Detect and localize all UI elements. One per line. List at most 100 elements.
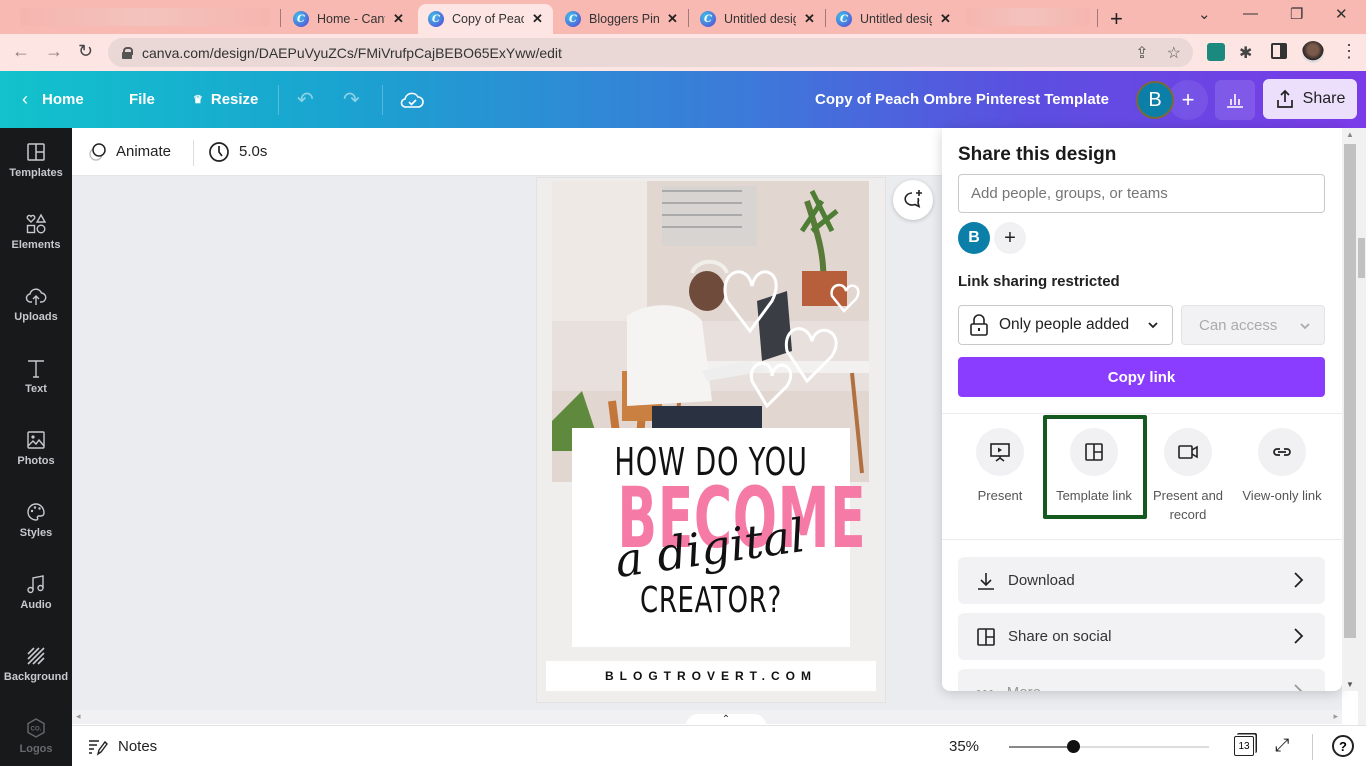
sidebar-item-logos[interactable]: CO. Logos — [0, 704, 72, 766]
lock-icon[interactable] — [122, 47, 133, 59]
bookmark-star-icon[interactable]: ☆ — [1167, 43, 1181, 63]
tab-title: Home - Canva — [317, 12, 385, 26]
browser-menu-icon[interactable]: ⋮ — [1340, 40, 1358, 61]
download-row[interactable]: Download — [958, 557, 1325, 604]
profile-avatar[interactable] — [1302, 41, 1324, 63]
animate-button[interactable]: Animate — [88, 128, 171, 175]
browser-tab-home[interactable]: C Home - Canva ✕ — [283, 4, 418, 34]
home-button[interactable]: ‹ Home — [22, 71, 84, 128]
sidebar-item-templates[interactable]: Templates — [0, 128, 72, 192]
extension-icon[interactable] — [1207, 43, 1225, 61]
sidebar-item-background[interactable]: Background — [0, 632, 72, 696]
page-scrollbar[interactable] — [1358, 128, 1366, 725]
add-collaborator-button[interactable]: + — [1168, 80, 1208, 120]
tab-close-icon[interactable]: ✕ — [804, 11, 815, 27]
url-bar[interactable]: canva.com/design/DAEPuVyuZCs/FMiVrufpCaj… — [108, 38, 1193, 67]
zoom-slider-fill — [1009, 746, 1073, 748]
design-website-text[interactable]: BLOGTROVERT.COM — [546, 661, 876, 691]
browser-tab-copy-of-peach[interactable]: C Copy of Peach ✕ — [418, 4, 553, 34]
user-avatar[interactable]: B — [1136, 81, 1174, 119]
tab-close-icon[interactable]: ✕ — [667, 11, 678, 27]
duration-button[interactable]: 5.0s — [208, 128, 267, 175]
view-only-link-action[interactable]: View-only link — [1236, 428, 1328, 505]
sidebar-label: Audio — [20, 599, 52, 611]
sidebar-item-photos[interactable]: Photos — [0, 416, 72, 480]
header-divider — [278, 85, 279, 115]
share-on-social-row[interactable]: Share on social — [958, 613, 1325, 660]
document-title[interactable]: Copy of Peach Ombre Pinterest Template — [815, 71, 1109, 128]
present-and-record-action[interactable]: Present and record — [1142, 428, 1234, 524]
design-heading-line4[interactable]: CREATOR? — [611, 578, 811, 624]
restore-button[interactable]: ❐ — [1290, 5, 1303, 23]
link-access-select[interactable]: Only people added — [958, 305, 1173, 345]
fullscreen-icon[interactable]: ⤢ — [1275, 735, 1289, 756]
insights-button[interactable] — [1215, 80, 1255, 120]
canva-favicon-icon: C — [700, 11, 716, 27]
tab-search-button[interactable]: ⌄ — [1198, 5, 1211, 23]
add-collaborator-icon[interactable]: + — [994, 222, 1026, 254]
browser-tab-untitled-2[interactable]: C Untitled desig ✕ — [826, 4, 961, 34]
copy-link-button[interactable]: Copy link — [958, 357, 1325, 397]
blurred-tab[interactable] — [20, 8, 270, 26]
browser-tab-strip: C Home - Canva ✕ C Copy of Peach ✕ C Blo… — [0, 0, 1366, 34]
sidebar-label: Elements — [11, 239, 61, 251]
share-social-icon — [977, 627, 995, 646]
scroll-left-icon[interactable]: ◂ — [76, 711, 81, 722]
browser-tab-untitled-1[interactable]: C Untitled desig ✕ — [690, 4, 825, 34]
sidebar-item-styles[interactable]: Styles — [0, 488, 72, 552]
chevron-right-icon — [1294, 684, 1303, 691]
sidebar-item-elements[interactable]: Elements — [0, 200, 72, 264]
zoom-slider[interactable] — [1009, 740, 1209, 753]
sidebar-label: Text — [25, 383, 47, 395]
present-action[interactable]: Present — [954, 428, 1046, 505]
share-page-icon[interactable]: ⇪ — [1135, 43, 1148, 63]
extensions-puzzle-icon[interactable]: ✱ — [1239, 43, 1257, 62]
new-tab-button[interactable]: + — [1110, 6, 1123, 32]
share-button[interactable]: Share — [1263, 79, 1357, 119]
permission-value: Can access — [1199, 316, 1278, 334]
redo-icon[interactable]: ↷ — [343, 71, 360, 128]
home-label: Home — [42, 91, 84, 108]
scroll-right-icon[interactable]: ▸ — [1333, 711, 1338, 722]
sidebar-item-audio[interactable]: Audio — [0, 560, 72, 624]
zoom-slider-knob[interactable] — [1067, 740, 1080, 753]
scroll-down-icon[interactable]: ▼ — [1346, 680, 1354, 689]
forward-icon[interactable]: → — [45, 41, 63, 62]
cloud-saved-icon[interactable] — [400, 71, 424, 128]
resize-button[interactable]: ♛ Resize — [193, 71, 258, 128]
help-button[interactable]: ? — [1332, 735, 1354, 757]
add-people-input[interactable] — [958, 174, 1325, 213]
add-comment-button[interactable] — [893, 180, 933, 220]
blurred-tab[interactable] — [965, 8, 1090, 26]
side-panel-icon[interactable] — [1271, 43, 1287, 59]
elements-icon — [26, 213, 47, 234]
url-text: canva.com/design/DAEPuVyuZCs/FMiVrufpCaj… — [142, 44, 562, 61]
scroll-up-icon[interactable]: ▲ — [1346, 130, 1354, 139]
resize-label: Resize — [210, 91, 259, 108]
reload-icon[interactable]: ↻ — [78, 41, 93, 62]
tab-close-icon[interactable]: ✕ — [393, 11, 404, 27]
more-row[interactable]: ••• More — [958, 669, 1325, 691]
close-window-button[interactable]: ✕ — [1335, 5, 1348, 23]
browser-tab-bloggers[interactable]: C Bloggers Pint ✕ — [555, 4, 690, 34]
page-scroll-thumb[interactable] — [1358, 238, 1365, 278]
chevron-right-icon — [1294, 628, 1304, 644]
tab-close-icon[interactable]: ✕ — [532, 11, 543, 27]
file-menu-button[interactable]: File — [129, 71, 155, 128]
share-panel-scrollbar[interactable]: ▲ ▼ — [1342, 128, 1358, 691]
notes-button[interactable]: Notes — [88, 726, 157, 766]
page-count-button[interactable]: 13 — [1234, 736, 1254, 756]
share-panel-scroll-thumb[interactable] — [1344, 144, 1356, 638]
minimize-button[interactable]: — — [1243, 5, 1258, 22]
zoom-percentage[interactable]: 35% — [949, 726, 979, 766]
uploads-icon — [25, 288, 47, 305]
back-icon[interactable]: ← — [12, 41, 30, 62]
tab-close-icon[interactable]: ✕ — [940, 11, 951, 27]
sidebar-item-uploads[interactable]: Uploads — [0, 272, 72, 336]
undo-icon[interactable]: ↶ — [297, 71, 314, 128]
share-label: Share — [1302, 90, 1346, 107]
sidebar-item-text[interactable]: Text — [0, 344, 72, 408]
permission-select[interactable]: Can access — [1181, 305, 1325, 345]
template-link-action[interactable]: Template link — [1048, 428, 1140, 505]
collaborator-avatar[interactable]: B — [958, 222, 990, 254]
